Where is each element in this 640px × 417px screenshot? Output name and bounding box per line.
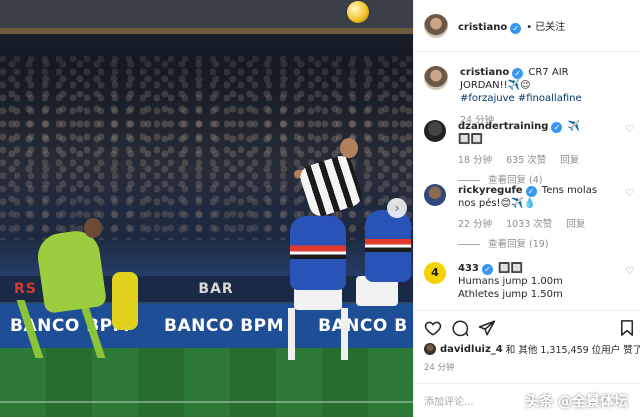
watermark: 头条 @全景体坛 xyxy=(525,394,628,410)
bookmark-icon[interactable] xyxy=(618,319,636,337)
share-icon[interactable] xyxy=(478,319,496,337)
next-photo-icon[interactable]: › xyxy=(387,198,407,218)
jumping-player-head xyxy=(340,138,358,158)
comment-item: 4 433 ✓ 🔲🔲 Humans jump 1.00m Athletes jum… xyxy=(424,262,634,301)
comment-like-icon[interactable]: ♡ xyxy=(625,189,635,199)
author-avatar[interactable] xyxy=(424,13,448,38)
goalkeeper xyxy=(34,228,108,314)
verified-icon: ✓ xyxy=(551,122,563,133)
replies-line xyxy=(458,244,480,245)
comment-text-line-2: Humans jump 1.00m xyxy=(458,276,563,287)
comment-likes[interactable]: 635 次赞 xyxy=(506,154,546,167)
author-username[interactable]: cristiano xyxy=(458,22,507,33)
ad-board-text-2: BAR xyxy=(198,281,234,297)
liker-username[interactable]: davidluiz_4 xyxy=(440,344,503,355)
replies-line xyxy=(458,180,480,181)
post-sidebar: cristiano ✓ • 已关注 cristiano ✓ CR7 AIR JORDAN… xyxy=(413,0,640,417)
comment-text: 🔲🔲 xyxy=(498,263,523,274)
goalkeeper-head xyxy=(84,218,102,238)
post-header: cristiano ✓ • 已关注 xyxy=(414,0,640,52)
verified-icon: ✓ xyxy=(512,68,524,79)
commenter-avatar[interactable] xyxy=(424,184,446,206)
post-time: 24 分钟 xyxy=(424,363,455,373)
comment-icon[interactable] xyxy=(451,319,469,337)
defender-1 xyxy=(290,216,346,290)
heart-icon[interactable] xyxy=(424,319,442,337)
verified-icon: ✓ xyxy=(481,264,493,275)
separator-dot: • xyxy=(526,21,533,33)
view-replies-button[interactable]: 查看回复 (19) xyxy=(458,238,608,251)
post-photo[interactable]: RS ANTE BAR BANCO BPM BANCO BPM BANCO B … xyxy=(0,0,413,417)
caption: cristiano ✓ CR7 AIR JORDAN!!✈️😉 #forzajuv… xyxy=(424,66,634,127)
verified-icon: ✓ xyxy=(510,22,522,34)
likes-text[interactable]: 和 其他 1,315,459 位用户 赞了 xyxy=(506,342,640,356)
comment-text-line-3: Athletes jump 1.50m xyxy=(458,289,563,300)
comment-like-icon[interactable]: ♡ xyxy=(625,125,635,135)
view-replies-label: 查看回复 (19) xyxy=(488,239,549,250)
comment-username[interactable]: rickyregufe xyxy=(458,185,523,196)
follow-status-button[interactable]: 已关注 xyxy=(535,22,565,33)
caption-username[interactable]: cristiano xyxy=(460,67,509,78)
pitch xyxy=(0,348,413,417)
comment-item: dzandertraining ✓ ✈️ 🔲🔲 18 分钟 635 次赞 回复 查… xyxy=(424,120,634,187)
defender-2 xyxy=(365,210,411,282)
action-bar xyxy=(414,310,640,340)
reply-button[interactable]: 回复 xyxy=(566,218,585,231)
likes-summary: davidluiz_4 和 其他 1,315,459 位用户 赞了 xyxy=(424,342,640,356)
caption-hashtags[interactable]: #forzajuve #finoallafine xyxy=(460,92,610,105)
comment-likes[interactable]: 1033 次赞 xyxy=(506,218,552,231)
verified-icon: ✓ xyxy=(525,186,537,197)
banner-text-2: BANCO BPM xyxy=(164,316,285,336)
commenter-avatar[interactable]: 4 xyxy=(424,262,446,284)
comment-username[interactable]: 433 xyxy=(458,263,479,274)
referee xyxy=(112,272,138,330)
reply-button[interactable]: 回复 xyxy=(560,154,579,167)
defender-legs xyxy=(288,308,348,360)
comment-username[interactable]: dzandertraining xyxy=(458,121,548,132)
comment-time: 22 分钟 xyxy=(458,219,493,230)
comment-like-icon[interactable]: ♡ xyxy=(625,267,635,277)
liker-avatar[interactable] xyxy=(424,343,436,355)
comments-list: cristiano ✓ CR7 AIR JORDAN!!✈️😉 #forzajuv… xyxy=(414,52,640,304)
commenter-avatar[interactable] xyxy=(424,120,446,142)
football xyxy=(347,1,369,23)
comment-time: 18 分钟 xyxy=(458,155,493,166)
author-avatar[interactable] xyxy=(424,66,448,90)
comment-item: rickyregufe ✓ Tens molas nos pés!😊✈️💧 22 … xyxy=(424,184,634,251)
